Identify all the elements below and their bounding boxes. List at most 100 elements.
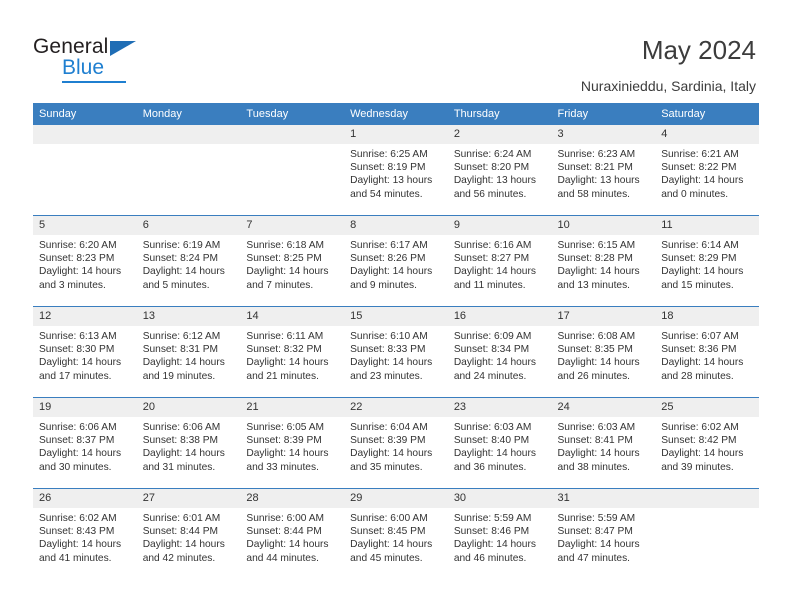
sunrise-text: Sunrise: 6:24 AM bbox=[453, 149, 532, 160]
sunrise-text: Sunrise: 6:09 AM bbox=[453, 331, 532, 342]
day-number: 22 bbox=[344, 398, 448, 417]
day-details: Sunrise: 6:16 AM Sunset: 8:27 PM Daylight:… bbox=[448, 235, 552, 292]
calendar-day-cell[interactable]: 10 Sunrise: 6:15 AM Sunset: 8:28 PM Dayligh… bbox=[551, 215, 656, 307]
calendar-day-cell[interactable]: 2 Sunrise: 6:24 AM Sunset: 8:20 PM Daylight… bbox=[447, 125, 552, 216]
sunrise-text: Sunrise: 5:59 AM bbox=[453, 513, 532, 524]
day-number: 27 bbox=[136, 489, 241, 508]
calendar-day-cell-empty bbox=[240, 125, 345, 216]
calendar-week-row: 1 Sunrise: 6:25 AM Sunset: 8:19 PM Daylight… bbox=[33, 125, 759, 216]
calendar-day-cell[interactable]: 6 Sunrise: 6:19 AM Sunset: 8:24 PM Daylight… bbox=[136, 215, 241, 307]
calendar-day-cell[interactable]: 14 Sunrise: 6:11 AM Sunset: 8:32 PM Dayligh… bbox=[240, 306, 345, 398]
sunset-text: Sunset: 8:44 PM bbox=[246, 526, 322, 538]
weekday-header-tuesday: Tuesday bbox=[240, 103, 345, 125]
calendar-day-cell[interactable]: 23 Sunrise: 6:03 AM Sunset: 8:40 PM Dayligh… bbox=[447, 397, 552, 489]
sunset-text: Sunset: 8:31 PM bbox=[142, 344, 219, 356]
calendar-day-cell[interactable]: 13 Sunrise: 6:12 AM Sunset: 8:31 PM Dayligh… bbox=[136, 306, 241, 398]
sunrise-text: Sunrise: 6:06 AM bbox=[39, 422, 117, 433]
calendar-day-cell[interactable]: 29 Sunrise: 6:00 AM Sunset: 8:45 PM Dayligh… bbox=[344, 488, 448, 579]
calendar-day-cell[interactable]: 9 Sunrise: 6:16 AM Sunset: 8:27 PM Daylight… bbox=[447, 215, 552, 307]
daylight-text: Daylight: 14 hours and 45 minutes. bbox=[350, 539, 433, 564]
calendar-day-cell[interactable]: 7 Sunrise: 6:18 AM Sunset: 8:25 PM Daylight… bbox=[240, 215, 345, 307]
calendar-day-cell[interactable]: 20 Sunrise: 6:06 AM Sunset: 8:38 PM Dayligh… bbox=[136, 397, 241, 489]
calendar-day-cell[interactable]: 27 Sunrise: 6:01 AM Sunset: 8:44 PM Dayligh… bbox=[136, 488, 241, 579]
day-details: Sunrise: 6:12 AM Sunset: 8:31 PM Daylight:… bbox=[137, 326, 241, 383]
sunrise-text: Sunrise: 6:21 AM bbox=[661, 149, 739, 160]
sunrise-text: Sunrise: 6:02 AM bbox=[39, 513, 117, 524]
calendar-day-cell-empty bbox=[655, 488, 759, 579]
calendar-day-cell[interactable]: 26 Sunrise: 6:02 AM Sunset: 8:43 PM Dayligh… bbox=[33, 488, 137, 579]
sunset-text: Sunset: 8:23 PM bbox=[39, 253, 115, 265]
logo-text-general: General bbox=[33, 35, 109, 58]
calendar-day-cell[interactable]: 1 Sunrise: 6:25 AM Sunset: 8:19 PM Daylight… bbox=[344, 125, 448, 216]
day-details: Sunrise: 6:06 AM Sunset: 8:37 PM Daylight:… bbox=[33, 417, 137, 474]
day-number: 10 bbox=[551, 216, 656, 235]
calendar-day-cell-empty bbox=[136, 125, 241, 216]
daylight-text: Daylight: 14 hours and 41 minutes. bbox=[39, 539, 122, 564]
day-details: Sunrise: 6:11 AM Sunset: 8:32 PM Daylight:… bbox=[240, 326, 344, 383]
calendar-day-cell[interactable]: 4 Sunrise: 6:21 AM Sunset: 8:22 PM Daylight… bbox=[655, 125, 759, 216]
calendar-day-cell[interactable]: 11 Sunrise: 6:14 AM Sunset: 8:29 PM Dayligh… bbox=[655, 215, 759, 307]
day-number: 31 bbox=[551, 489, 656, 508]
daylight-text: Daylight: 14 hours and 0 minutes. bbox=[661, 175, 744, 200]
sunset-text: Sunset: 8:46 PM bbox=[453, 526, 530, 538]
calendar-day-cell[interactable]: 8 Sunrise: 6:17 AM Sunset: 8:26 PM Daylight… bbox=[344, 215, 448, 307]
daylight-text: Daylight: 14 hours and 46 minutes. bbox=[453, 539, 536, 564]
day-number: 17 bbox=[551, 307, 656, 326]
calendar-day-cell[interactable]: 15 Sunrise: 6:10 AM Sunset: 8:33 PM Dayligh… bbox=[344, 306, 448, 398]
day-number: 19 bbox=[33, 398, 137, 417]
day-number bbox=[33, 125, 137, 144]
sunset-text: Sunset: 8:39 PM bbox=[246, 435, 322, 447]
logo-underline bbox=[62, 81, 126, 83]
calendar-day-cell[interactable]: 25 Sunrise: 6:02 AM Sunset: 8:42 PM Dayligh… bbox=[655, 397, 759, 489]
day-number: 20 bbox=[136, 398, 241, 417]
daylight-text: Daylight: 14 hours and 28 minutes. bbox=[661, 357, 744, 382]
calendar-body: 1 Sunrise: 6:25 AM Sunset: 8:19 PM Daylight… bbox=[33, 125, 759, 579]
page-header: General Blue May 2024 Nuraxinieddu, Sard… bbox=[0, 0, 792, 103]
day-details: Sunrise: 6:09 AM Sunset: 8:34 PM Daylight:… bbox=[448, 326, 552, 383]
daylight-text: Daylight: 14 hours and 38 minutes. bbox=[557, 448, 640, 473]
sunset-text: Sunset: 8:43 PM bbox=[39, 526, 115, 538]
calendar-week-row: 19 Sunrise: 6:06 AM Sunset: 8:37 PM Dayligh… bbox=[33, 397, 759, 489]
sunrise-text: Sunrise: 6:15 AM bbox=[557, 240, 636, 251]
daylight-text: Daylight: 14 hours and 11 minutes. bbox=[453, 266, 536, 291]
calendar-day-cell[interactable]: 5 Sunrise: 6:20 AM Sunset: 8:23 PM Daylight… bbox=[33, 215, 137, 307]
page-subtitle: Nuraxinieddu, Sardinia, Italy bbox=[580, 78, 756, 94]
calendar-day-cell[interactable]: 12 Sunrise: 6:13 AM Sunset: 8:30 PM Dayligh… bbox=[33, 306, 137, 398]
calendar-day-cell[interactable]: 18 Sunrise: 6:07 AM Sunset: 8:36 PM Dayligh… bbox=[655, 306, 759, 398]
general-blue-logo[interactable]: General Blue bbox=[33, 36, 213, 84]
day-details: Sunrise: 6:08 AM Sunset: 8:35 PM Daylight:… bbox=[552, 326, 656, 383]
calendar-day-cell[interactable]: 21 Sunrise: 6:05 AM Sunset: 8:39 PM Dayligh… bbox=[240, 397, 345, 489]
sunset-text: Sunset: 8:39 PM bbox=[350, 435, 426, 447]
calendar-day-cell[interactable]: 31 Sunrise: 5:59 AM Sunset: 8:47 PM Dayligh… bbox=[551, 488, 656, 579]
sunset-text: Sunset: 8:38 PM bbox=[142, 435, 219, 447]
day-number: 12 bbox=[33, 307, 137, 326]
sunrise-text: Sunrise: 6:25 AM bbox=[350, 149, 428, 160]
weekday-header-thursday: Thursday bbox=[447, 103, 552, 125]
daylight-text: Daylight: 14 hours and 47 minutes. bbox=[557, 539, 640, 564]
day-number: 29 bbox=[344, 489, 448, 508]
sunrise-text: Sunrise: 6:20 AM bbox=[39, 240, 117, 251]
calendar-day-cell[interactable]: 22 Sunrise: 6:04 AM Sunset: 8:39 PM Dayligh… bbox=[344, 397, 448, 489]
calendar-day-cell[interactable]: 30 Sunrise: 5:59 AM Sunset: 8:46 PM Dayligh… bbox=[447, 488, 552, 579]
calendar-day-cell[interactable]: 16 Sunrise: 6:09 AM Sunset: 8:34 PM Dayligh… bbox=[447, 306, 552, 398]
calendar-day-cell[interactable]: 17 Sunrise: 6:08 AM Sunset: 8:35 PM Dayligh… bbox=[551, 306, 656, 398]
calendar-day-cell[interactable]: 28 Sunrise: 6:00 AM Sunset: 8:44 PM Dayligh… bbox=[240, 488, 345, 579]
daylight-text: Daylight: 14 hours and 39 minutes. bbox=[661, 448, 744, 473]
sunrise-text: Sunrise: 6:00 AM bbox=[246, 513, 324, 524]
sunrise-text: Sunrise: 6:19 AM bbox=[142, 240, 221, 251]
sunrise-text: Sunrise: 6:06 AM bbox=[142, 422, 221, 433]
sunset-text: Sunset: 8:24 PM bbox=[142, 253, 219, 265]
calendar-day-cell[interactable]: 24 Sunrise: 6:03 AM Sunset: 8:41 PM Dayligh… bbox=[551, 397, 656, 489]
daylight-text: Daylight: 13 hours and 56 minutes. bbox=[453, 175, 536, 200]
daylight-text: Daylight: 14 hours and 23 minutes. bbox=[350, 357, 433, 382]
calendar-day-cell[interactable]: 19 Sunrise: 6:06 AM Sunset: 8:37 PM Dayligh… bbox=[33, 397, 137, 489]
sunrise-text: Sunrise: 6:18 AM bbox=[246, 240, 324, 251]
sunrise-text: Sunrise: 6:01 AM bbox=[142, 513, 221, 524]
day-number: 18 bbox=[655, 307, 759, 326]
daylight-text: Daylight: 13 hours and 58 minutes. bbox=[557, 175, 640, 200]
daylight-text: Daylight: 14 hours and 35 minutes. bbox=[350, 448, 433, 473]
daylight-text: Daylight: 14 hours and 42 minutes. bbox=[142, 539, 225, 564]
sunrise-text: Sunrise: 6:02 AM bbox=[661, 422, 739, 433]
calendar-day-cell[interactable]: 3 Sunrise: 6:23 AM Sunset: 8:21 PM Daylight… bbox=[551, 125, 656, 216]
sunset-text: Sunset: 8:33 PM bbox=[350, 344, 426, 356]
